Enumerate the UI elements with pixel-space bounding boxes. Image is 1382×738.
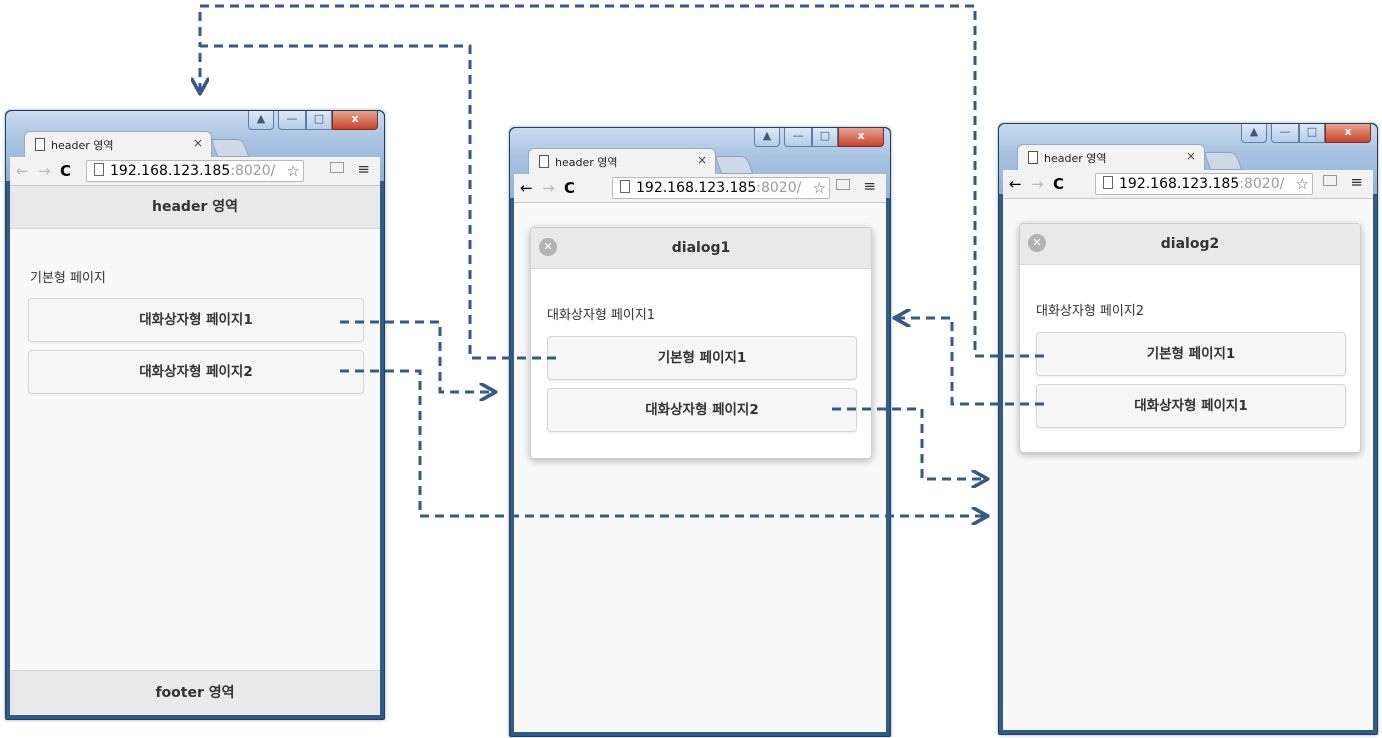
arrow-dialog1-to-basic [200, 44, 556, 360]
navigation-arrows [0, 4, 1044, 738]
arrow-dialog2-to-dialog1 [896, 318, 1044, 406]
arrow-dialog1-to-dialog2 [832, 407, 986, 479]
arrow-basic-to-dialog2 [340, 369, 986, 516]
arrow-dialog2-to-basic [198, 4, 1044, 358]
